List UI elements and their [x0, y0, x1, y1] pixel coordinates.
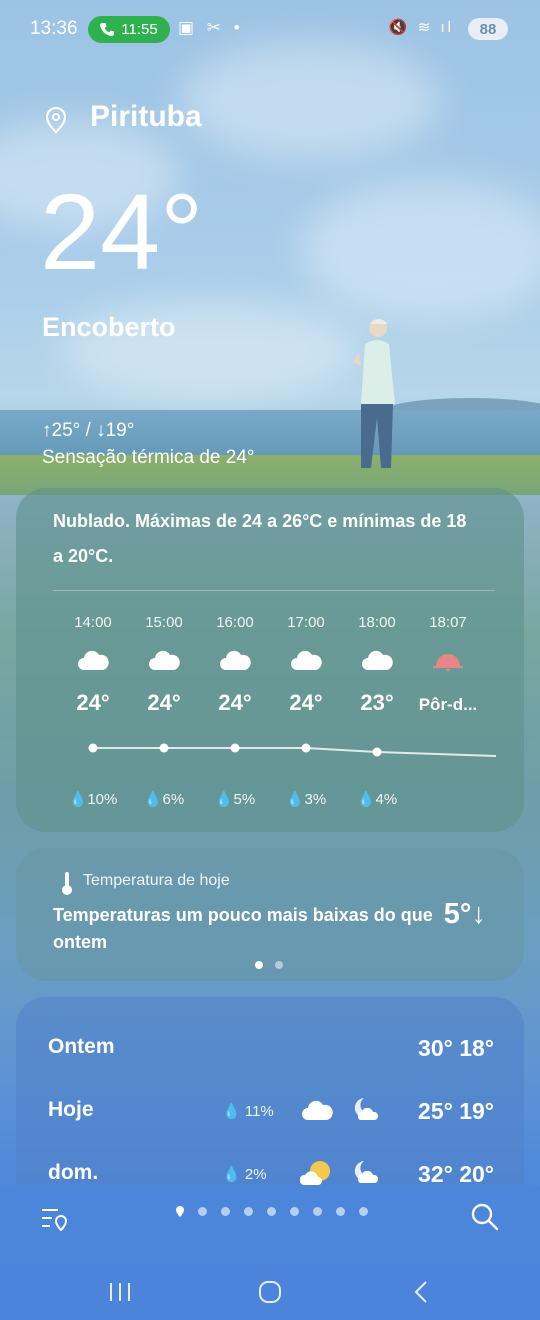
current-temperature: 24°: [40, 171, 204, 292]
status-time: 13:36: [30, 18, 78, 39]
day-name: dom.: [48, 1161, 99, 1184]
location-name[interactable]: Pirituba: [90, 100, 202, 134]
feels-like: Sensação térmica de 24°: [42, 447, 255, 468]
back-icon[interactable]: [402, 1277, 442, 1307]
hour-temp: 24°: [218, 690, 252, 715]
hour-time: 19: [484, 614, 496, 631]
day-temps: 30° 18°: [418, 1035, 494, 1061]
page-dot[interactable]: [336, 1207, 345, 1216]
call-timer: 11:55: [121, 21, 158, 38]
cloud-icon: [362, 650, 393, 670]
current-location-page-icon: [176, 1206, 184, 1217]
location-list-icon[interactable]: [40, 1205, 70, 1233]
status-bar: 13:36 11:55 ▣ ✂ • 🔇 ≋ ıl 88: [0, 0, 540, 58]
home-icon[interactable]: [250, 1277, 290, 1307]
hour-rain: 💧5%: [214, 791, 256, 808]
search-icon[interactable]: [470, 1202, 500, 1232]
hour-temp: 24°: [76, 690, 110, 715]
raindrop-icon: 💧: [356, 791, 376, 808]
hour-temp: 24°: [289, 690, 323, 715]
page-dot[interactable]: [244, 1207, 253, 1216]
partly-sunny-icon: [300, 1161, 330, 1185]
page-dot[interactable]: [313, 1207, 322, 1216]
daily-row[interactable]: Hoje 💧 11% 25° 19°: [48, 1098, 494, 1138]
hourly-forecast-card[interactable]: Nublado. Máximas de 24 a 26°C e mínimas …: [16, 488, 524, 832]
insight-text: Temperaturas um pouco mais baixas do que…: [53, 905, 433, 952]
hour-rain: 💧6%: [143, 791, 185, 808]
day-temps: 25° 19°: [418, 1098, 494, 1124]
battery-indicator: 88: [468, 18, 508, 40]
cloud-icon: [220, 650, 251, 670]
notification-icons: ▣ ✂ •: [178, 18, 244, 37]
forecast-summary: Nublado. Máximas de 24 a 26°C e mínimas …: [53, 511, 467, 566]
hour-time: 16:00: [216, 614, 254, 631]
hour-time: 15:00: [145, 614, 183, 631]
high-low-temps: ↑25° / ↓19°: [42, 420, 135, 441]
raindrop-icon: 💧: [68, 791, 88, 808]
hour-temp: Pôr-d...: [418, 695, 478, 714]
cloud-icon: [291, 650, 322, 670]
hour-rain: 💧: [484, 790, 496, 808]
page-dot[interactable]: [198, 1207, 207, 1216]
recent-apps-icon[interactable]: [100, 1277, 140, 1307]
temperature-curve: [88, 743, 496, 757]
daily-row[interactable]: Ontem 30° 18°: [48, 1035, 494, 1075]
raindrop-icon: 💧: [222, 1103, 241, 1120]
carousel-dot-active[interactable]: [255, 961, 263, 969]
thermometer-icon: [62, 872, 72, 895]
hour-temp: 2: [484, 690, 496, 716]
phone-icon: [100, 22, 115, 37]
day-rain: 💧 2%: [222, 1166, 267, 1183]
moon-cloud-icon: [354, 1161, 379, 1183]
page-dot[interactable]: [359, 1207, 368, 1216]
card-divider: [53, 590, 495, 591]
cloud-icon: [302, 1100, 333, 1120]
hour-rain: 💧4%: [356, 791, 398, 808]
bottom-toolbar: [0, 1185, 540, 1265]
location-pin-icon: [45, 106, 67, 134]
cloud-icon: [78, 650, 109, 670]
day-temps: 32° 20°: [418, 1161, 494, 1187]
hour-time: 14:00: [74, 614, 112, 631]
hour-temp: 24°: [147, 690, 181, 715]
page-dot[interactable]: [290, 1207, 299, 1216]
hour-rain: 💧3%: [285, 791, 327, 808]
temperature-insight-card[interactable]: Temperatura de hoje Temperaturas um pouc…: [16, 848, 524, 981]
hour-temp: 23°: [360, 690, 394, 715]
hour-time: 18:00: [358, 614, 396, 631]
hour-rain: 💧10%: [68, 791, 118, 808]
day-name: Ontem: [48, 1035, 115, 1058]
cloud-icon: [149, 650, 180, 670]
page-dot[interactable]: [267, 1207, 276, 1216]
raindrop-icon: 💧: [214, 791, 234, 808]
temperature-delta: 5°↓: [443, 898, 486, 930]
ongoing-call-pill[interactable]: 11:55: [88, 16, 170, 43]
page-dot[interactable]: [221, 1207, 230, 1216]
raindrop-icon: 💧: [222, 1166, 241, 1183]
raindrop-icon: 💧: [285, 791, 305, 808]
carousel-dot[interactable]: [275, 961, 283, 969]
hourly-strip[interactable]: 14:00 24° 💧10% 15:00 24° 💧6% 16:00 24° 💧…: [36, 598, 496, 828]
person-illustration: [353, 319, 395, 468]
day-rain: 💧 11%: [222, 1103, 274, 1120]
current-condition: Encoberto: [42, 312, 176, 342]
system-nav-bar: [0, 1265, 540, 1320]
sunset-icon: [433, 654, 463, 672]
raindrop-icon: 💧: [143, 791, 163, 808]
signal-icons: 🔇 ≋ ıl: [388, 19, 454, 36]
insight-title: Temperatura de hoje: [83, 872, 230, 889]
hour-time: 17:00: [287, 614, 325, 631]
hour-time: 18:07: [429, 614, 467, 631]
day-name: Hoje: [48, 1098, 94, 1121]
moon-cloud-icon: [354, 1098, 379, 1120]
